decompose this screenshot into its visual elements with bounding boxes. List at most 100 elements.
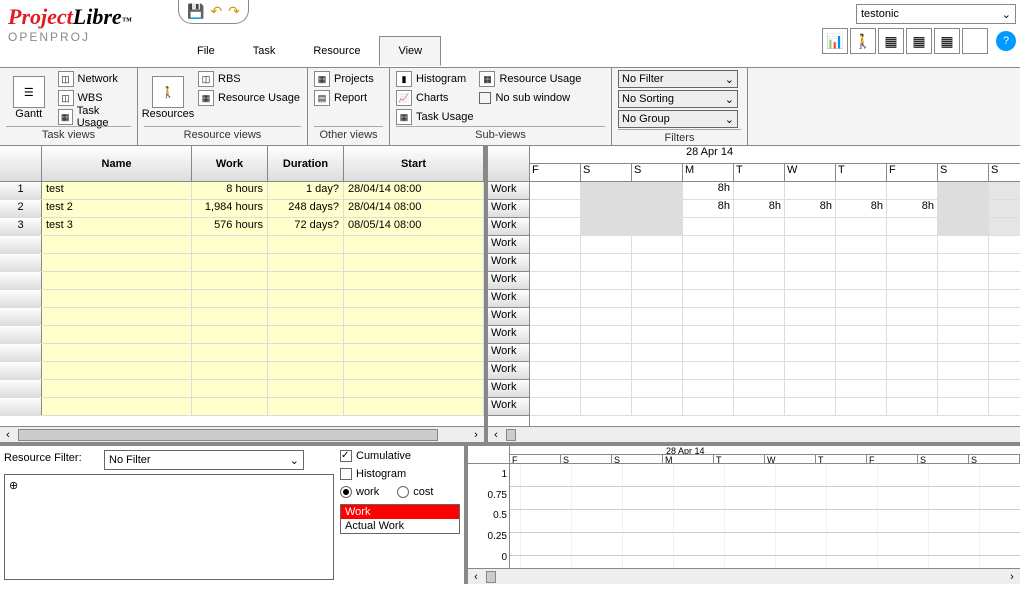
rbs-button[interactable]: ◫RBS [198,70,300,88]
table-row[interactable]: 3test 3576 hours72 days?08/05/14 08:00 [0,218,484,236]
day-header: F [887,164,938,181]
timeline-row-empty [530,254,1020,272]
work-row-label: Work [488,398,529,416]
resources-icon: 🚶 [152,76,184,108]
histogram-icon: ▮ [396,71,412,87]
chevron-down-icon: ⌄ [1002,8,1011,21]
y-tick: 0.5 [468,510,507,521]
cost-radio[interactable] [397,486,409,498]
usage-add-icon[interactable]: ▦ [878,28,904,54]
chevron-down-icon: ⌄ [290,454,299,467]
menu-file[interactable]: File [178,36,234,66]
task-usage-button[interactable]: ▦Task Usage [58,108,131,126]
work-row-label: Work [488,272,529,290]
usage-remove-icon[interactable]: ▦ [906,28,932,54]
table-row-empty[interactable] [0,272,484,290]
resource-usage-button[interactable]: ▦Resource Usage [198,89,300,107]
redo-icon[interactable]: ↷ [228,3,240,20]
timeline-row-empty [530,344,1020,362]
work-row-label: Work [488,326,529,344]
resource-views-label: Resource views [144,126,301,143]
no-sub-window-checkbox[interactable] [479,92,491,104]
work-row-label: Work [488,182,529,200]
table-row-empty[interactable] [0,290,484,308]
wbs-icon: ◫ [58,90,74,106]
day-header: S [989,164,1020,181]
chevron-down-icon: ⌄ [725,113,734,126]
sort-dropdown[interactable]: No Sorting⌄ [618,90,738,108]
blank-icon[interactable] [962,28,988,54]
cumulative-checkbox[interactable]: Cumulative [340,450,460,462]
table-row-empty[interactable] [0,344,484,362]
charts-button[interactable]: 📈Charts [396,89,473,107]
save-icon[interactable]: 💾 [187,3,204,20]
resource-usage-sub-button[interactable]: ▦Resource Usage [479,70,581,88]
sub-views-label: Sub-views [396,126,605,143]
row-header-blank [0,146,42,181]
table-row[interactable]: 2test 21,984 hours248 days?28/04/14 08:0… [0,200,484,218]
projects-button[interactable]: ▦Projects [314,70,374,88]
table-row-empty[interactable] [0,362,484,380]
grid-hscroll[interactable]: ‹› [0,426,484,442]
day-header: S [938,164,989,181]
resource-assign-icon[interactable]: 🚶 [850,28,876,54]
undo-icon[interactable]: ↶ [210,3,222,20]
task-usage-sub-button[interactable]: ▦Task Usage [396,108,473,126]
chevron-down-icon: ⌄ [725,73,734,86]
resource-filter-list[interactable]: ⊕ [4,474,334,580]
col-name-header[interactable]: Name [42,146,192,181]
work-type-list[interactable]: Work Actual Work [340,504,460,534]
task-grid: Name Work Duration Start 1test8 hours1 d… [0,146,488,442]
help-icon[interactable]: ? [996,31,1016,51]
timeline-row-empty [530,290,1020,308]
col-work-header[interactable]: Work [192,146,268,181]
resources-button[interactable]: 🚶 Resources [144,70,192,126]
chart-hscroll[interactable]: ‹› [468,568,1020,584]
filter-dropdown[interactable]: No Filter⌄ [618,70,738,88]
charts-icon: 📈 [396,90,412,106]
menu-resource[interactable]: Resource [294,36,379,66]
no-sub-window-button[interactable]: No sub window [479,89,581,107]
timeline-row: 8h8h8h8h8h0h [530,200,1020,218]
chart-pane: 28 Apr 14 FSSMTWTFSS 10.750.50.250 ‹› [468,446,1020,584]
rbs-icon: ◫ [198,71,214,87]
table-row-empty[interactable] [0,254,484,272]
table-row-empty[interactable] [0,236,484,254]
table-row-empty[interactable] [0,326,484,344]
work-row-label: Work [488,254,529,272]
task-usage-icon: ▦ [58,109,73,125]
y-tick: 0.75 [468,490,507,501]
col-start-header[interactable]: Start [344,146,484,181]
table-row-empty[interactable] [0,308,484,326]
table-row-empty[interactable] [0,398,484,416]
timeline-row-empty [530,326,1020,344]
report-button[interactable]: ▤Report [314,89,374,107]
chart-icon[interactable]: 📊 [822,28,848,54]
report-icon: ▤ [314,90,330,106]
menu-view[interactable]: View [379,36,441,66]
resource-filter-label: Resource Filter: [4,450,94,470]
group-dropdown[interactable]: No Group⌄ [618,110,738,128]
projects-icon: ▦ [314,71,330,87]
filters-label: Filters [618,129,741,146]
timeline-date-header: 28 Apr 14 [683,146,1020,163]
histogram-checkbox[interactable]: Histogram [340,468,460,480]
gantt-icon: ☰ [13,76,45,108]
table-row-empty[interactable] [0,380,484,398]
usage-people-icon[interactable]: ▦ [934,28,960,54]
histogram-button[interactable]: ▮Histogram [396,70,473,88]
timeline-hscroll[interactable]: ‹› [488,426,1020,442]
work-row-label: Work [488,200,529,218]
network-button[interactable]: ◫Network [58,70,131,88]
resource-filter-select[interactable]: No Filter⌄ [104,450,304,470]
work-radio[interactable] [340,486,352,498]
gantt-button[interactable]: ☰ Gantt [6,70,52,126]
col-duration-header[interactable]: Duration [268,146,344,181]
menu-task[interactable]: Task [234,36,295,66]
table-row[interactable]: 1test8 hours1 day?28/04/14 08:00 [0,182,484,200]
day-header: T [734,164,785,181]
work-row-label: Work [488,362,529,380]
project-selector[interactable]: testonic⌄ [856,4,1016,24]
work-row-label: Work [488,290,529,308]
other-views-label: Other views [314,126,383,143]
